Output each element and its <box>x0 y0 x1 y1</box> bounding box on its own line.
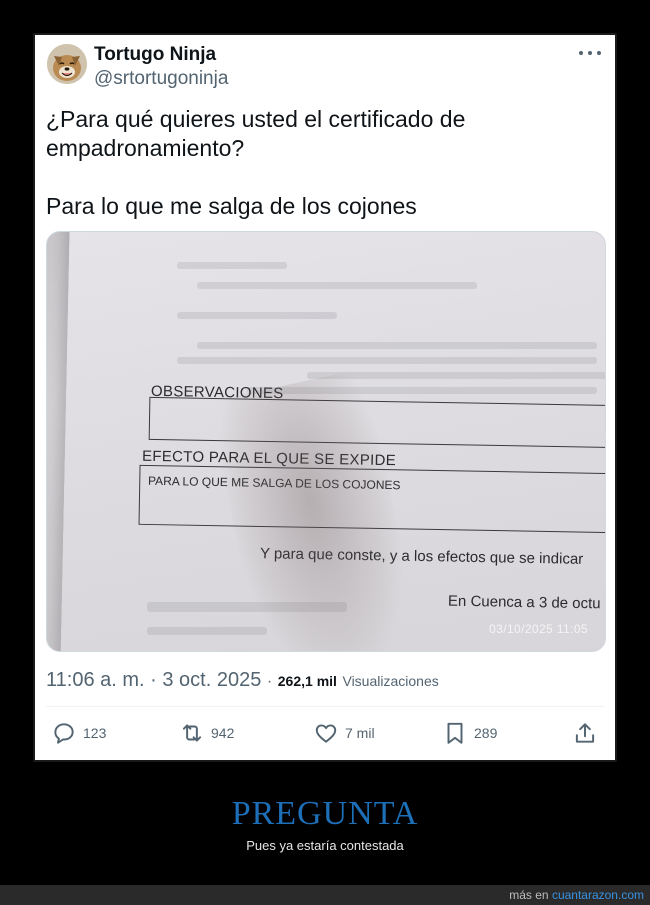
author-display-name[interactable]: Tortugo Ninja <box>94 44 216 66</box>
tweet-text-line: Para lo que me salga de los cojones <box>46 193 417 219</box>
bookmark-count: 289 <box>474 725 498 741</box>
caption-subtitle: Pues ya estaría contestada <box>246 838 404 853</box>
views-count: 262,1 mil <box>277 673 337 689</box>
blurred-text <box>197 282 477 289</box>
reply-button[interactable]: 123 <box>51 718 106 748</box>
dog-avatar-icon <box>47 44 87 84</box>
share-button[interactable] <box>572 718 598 748</box>
ellipsis-icon[interactable] <box>579 45 601 61</box>
tweet-card[interactable]: Tortugo Ninja @srtortugoninja ¿Para qué … <box>33 33 617 762</box>
blurred-text <box>197 342 597 349</box>
meta-separator: · <box>266 673 273 690</box>
blurred-text <box>177 357 597 364</box>
photo-timestamp: 03/10/2025 11:05 <box>489 622 588 636</box>
caption-title: PREGUNTA <box>231 795 419 832</box>
tweet-time-date[interactable]: 11:06 a. m. · 3 oct. 2025 <box>46 669 261 691</box>
like-button[interactable]: 7 mil <box>313 718 375 748</box>
bookmark-icon <box>447 722 463 744</box>
retweet-count: 942 <box>211 725 235 741</box>
reply-icon <box>54 723 74 744</box>
avatar[interactable] <box>47 44 87 84</box>
tweet-meta: 11:06 a. m. · 3 oct. 2025 · 262,1 mil Vi… <box>46 669 439 692</box>
views-label: Visualizaciones <box>342 673 439 689</box>
footer: más en cuantarazon.com <box>0 885 650 905</box>
heart-icon <box>315 724 337 743</box>
retweet-icon <box>182 724 202 742</box>
footer-prefix: más en <box>509 888 549 902</box>
doc-line-cuenca: En Cuenca a 3 de octu <box>447 592 601 613</box>
blurred-text <box>147 627 267 635</box>
author-handle[interactable]: @srtortugoninja <box>94 68 228 90</box>
footer-site-link[interactable]: cuantarazon.com <box>552 888 644 902</box>
tweet-text: ¿Para qué quieres usted el certificado d… <box>46 105 606 221</box>
blurred-text <box>177 312 337 319</box>
tweet-text-line: empadronamiento? <box>46 135 245 161</box>
blurred-text <box>177 262 287 269</box>
tweet-photo[interactable]: OBSERVACIONES EFECTO PARA EL QUE SE EXPI… <box>46 231 606 652</box>
bookmark-button[interactable]: 289 <box>442 718 497 748</box>
tweet-text-line: ¿Para qué quieres usted el certificado d… <box>46 106 466 132</box>
retweet-button[interactable]: 942 <box>179 718 234 748</box>
divider <box>46 706 604 707</box>
tweet-actions: 123 942 7 mil 289 <box>46 718 606 748</box>
share-icon <box>575 723 595 743</box>
like-count: 7 mil <box>345 725 375 741</box>
reply-count: 123 <box>83 725 107 741</box>
